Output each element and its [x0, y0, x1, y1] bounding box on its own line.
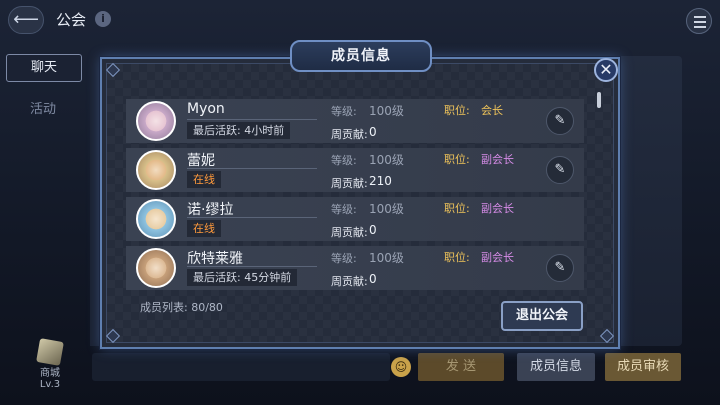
page-title: 公会	[56, 11, 87, 29]
scrollbar[interactable]	[597, 92, 601, 108]
level-label: 等级:	[331, 203, 357, 216]
back-arrow-icon: ⟵	[13, 9, 39, 30]
member-level: 100级	[369, 104, 404, 118]
background-panel-right	[612, 56, 682, 346]
avatar[interactable]	[136, 248, 176, 288]
member-status: 在线	[187, 220, 221, 237]
avatar[interactable]	[136, 150, 176, 190]
position-label: 职位:	[444, 251, 470, 264]
contribution-label: 周贡献:	[331, 128, 368, 141]
position-label: 职位:	[444, 153, 470, 166]
dialog-title: 成员信息	[290, 40, 432, 72]
shop-icon	[36, 338, 64, 366]
member-contribution: 0	[369, 223, 377, 237]
divider	[187, 168, 317, 169]
top-bar: ⟵ 公会 i	[0, 0, 720, 40]
review-tab-button[interactable]: 成员审核	[605, 353, 681, 381]
info-icon[interactable]: i	[95, 11, 111, 27]
divider	[187, 217, 317, 218]
member-position: 副会长	[481, 153, 514, 166]
emoji-icon[interactable]: ☺	[391, 357, 411, 377]
close-icon[interactable]: ✕	[594, 58, 618, 82]
contribution-label: 周贡献:	[331, 226, 368, 239]
level-label: 等级:	[331, 252, 357, 265]
back-button[interactable]: ⟵	[8, 6, 44, 34]
members-tab-button[interactable]: 成员信息	[517, 353, 595, 381]
member-name: 诺·缪拉	[187, 202, 234, 218]
member-contribution: 0	[369, 125, 377, 139]
member-level: 100级	[369, 251, 404, 265]
shop-label: 商城	[40, 368, 60, 379]
member-level: 100级	[369, 153, 404, 167]
avatar[interactable]	[136, 101, 176, 141]
tab-chat[interactable]: 聊天	[6, 54, 82, 82]
level-label: 等级:	[331, 105, 357, 118]
member-position: 会长	[481, 104, 503, 117]
member-status: 最后活跃: 4小时前	[187, 122, 291, 139]
level-label: 等级:	[331, 154, 357, 167]
member-row[interactable]: 诺·缪拉 在线 等级: 100级 周贡献: 0 职位: 副会长	[126, 197, 584, 241]
tab-activity[interactable]: 活动	[30, 98, 56, 117]
shop-level: Lv.3	[39, 379, 61, 390]
divider	[187, 266, 317, 267]
member-status: 在线	[187, 171, 221, 188]
member-name: 蕾妮	[187, 153, 215, 169]
contribution-label: 周贡献:	[331, 177, 368, 190]
member-position: 副会长	[481, 202, 514, 215]
avatar[interactable]	[136, 199, 176, 239]
edit-icon[interactable]: ✎	[546, 156, 574, 184]
member-position: 副会长	[481, 251, 514, 264]
leave-guild-button[interactable]: 退出公会	[501, 301, 583, 331]
member-name: 欣特莱雅	[187, 251, 243, 267]
divider	[187, 119, 317, 120]
member-contribution: 0	[369, 272, 377, 286]
member-row[interactable]: Myon 最后活跃: 4小时前 等级: 100级 周贡献: 0 职位: 会长 ✎	[126, 99, 584, 143]
edit-icon[interactable]: ✎	[546, 107, 574, 135]
member-row[interactable]: 蕾妮 在线 等级: 100级 周贡献: 210 职位: 副会长 ✎	[126, 148, 584, 192]
member-status: 最后活跃: 45分钟前	[187, 269, 298, 286]
member-contribution: 210	[369, 174, 392, 188]
member-level: 100级	[369, 202, 404, 216]
position-label: 职位:	[444, 202, 470, 215]
send-button[interactable]: 发 送	[418, 353, 504, 381]
chat-input[interactable]	[92, 353, 390, 381]
position-label: 职位:	[444, 104, 470, 117]
menu-icon	[694, 16, 706, 18]
shop-button[interactable]: 商城 Lv.3	[30, 338, 70, 390]
member-name: Myon	[187, 101, 225, 117]
edit-icon[interactable]: ✎	[546, 254, 574, 282]
member-count: 成员列表: 80/80	[140, 301, 223, 314]
menu-button[interactable]	[686, 8, 712, 34]
contribution-label: 周贡献:	[331, 275, 368, 288]
member-row[interactable]: 欣特莱雅 最后活跃: 45分钟前 等级: 100级 周贡献: 0 职位: 副会长…	[126, 246, 584, 290]
